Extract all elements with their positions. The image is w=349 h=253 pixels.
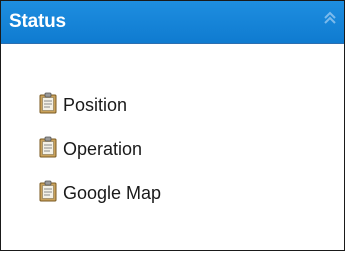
nav-item-label: Position bbox=[63, 94, 128, 115]
panel-header: Status bbox=[1, 1, 344, 44]
nav-item-position[interactable]: Position bbox=[39, 83, 344, 127]
panel-body: Position Operation Google Map bbox=[1, 44, 344, 215]
nav-item-label: Operation bbox=[63, 138, 143, 159]
status-panel: Status Position Operation Google Map bbox=[0, 0, 345, 251]
nav-item-google-map[interactable]: Google Map bbox=[39, 171, 344, 215]
panel-title: Status bbox=[9, 11, 66, 32]
clipboard-icon bbox=[39, 180, 57, 202]
nav-item-operation[interactable]: Operation bbox=[39, 127, 344, 171]
nav-item-label: Google Map bbox=[63, 182, 162, 203]
double-chevron-up-icon[interactable] bbox=[322, 10, 338, 26]
clipboard-icon bbox=[39, 136, 57, 158]
clipboard-icon bbox=[39, 92, 57, 114]
